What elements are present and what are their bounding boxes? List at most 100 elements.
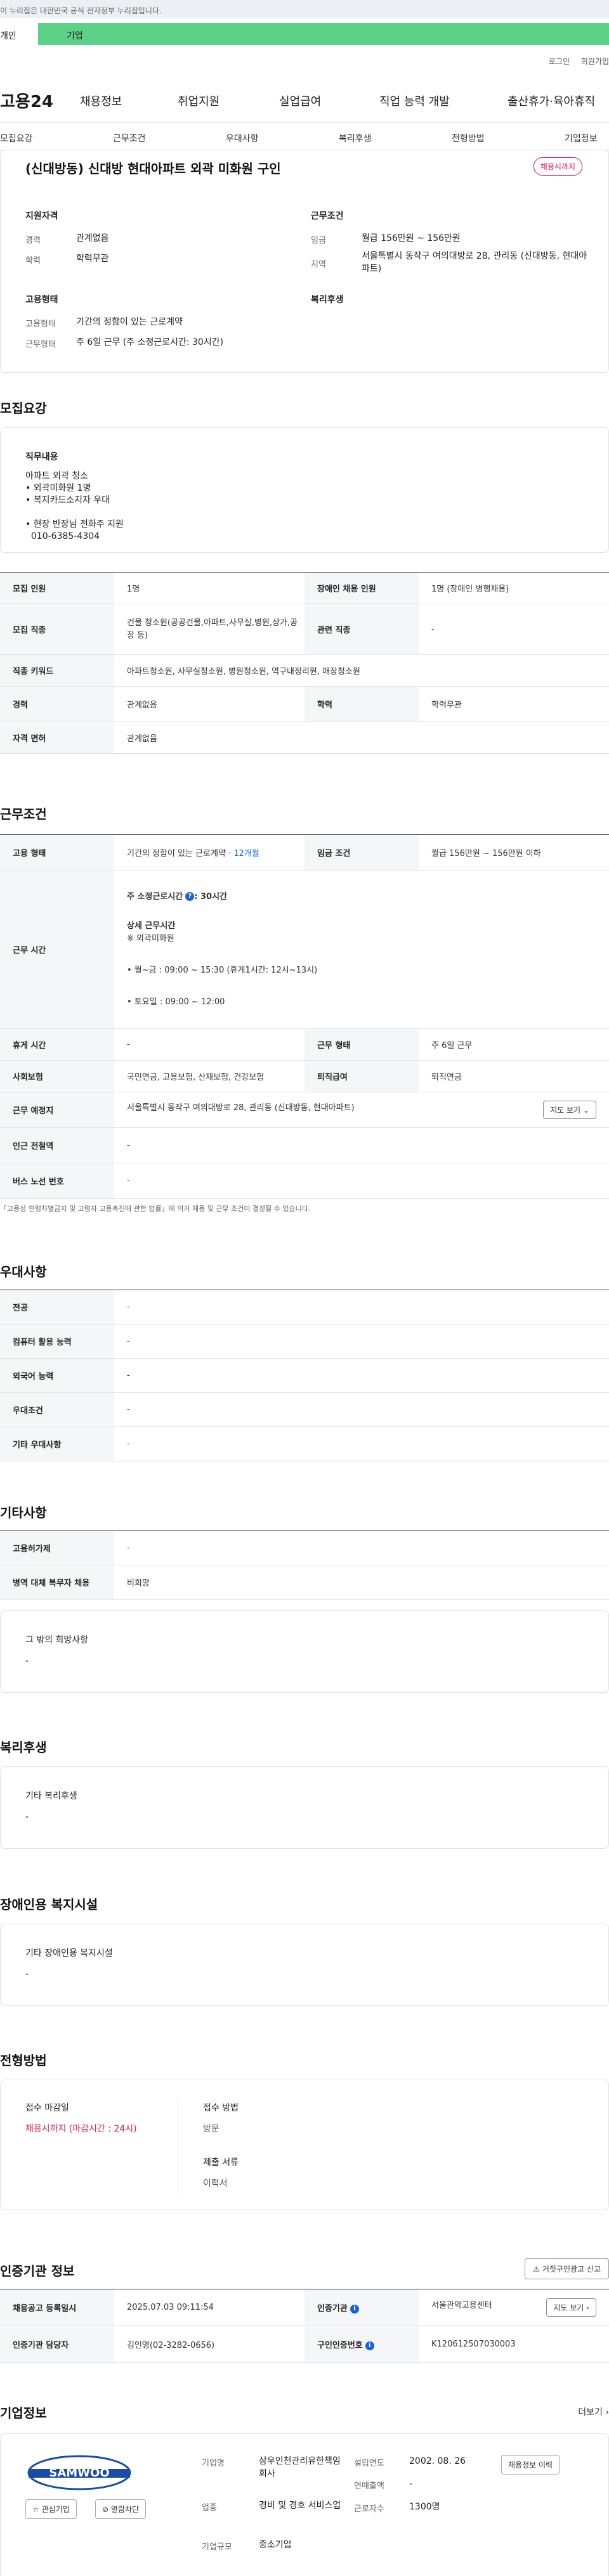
- map-button[interactable]: 지도 보기 ⌄: [543, 1101, 596, 1119]
- row-label: 기타 우대사항: [0, 1427, 114, 1461]
- row-label: 채용공고 등록일시: [0, 2289, 114, 2326]
- row-value: K120612507030003: [419, 2326, 609, 2363]
- welfare-box-heading: 기타 복리후생: [25, 1791, 77, 1801]
- gnb-item-leave[interactable]: 출산휴가·육아휴직: [508, 93, 595, 109]
- emp-heading: 고용형태: [25, 295, 58, 305]
- disabled-section-title: 장애인용 복지시설: [0, 1897, 98, 1912]
- more-label: 더보기: [578, 2407, 603, 2417]
- chevron-right-icon: ›: [605, 2407, 609, 2417]
- row-value: 건물 청소원(공공건물,아파트,사무실,병원,상가,공장 등): [114, 604, 304, 655]
- row-label: 사회보험: [0, 1060, 114, 1092]
- work-section-title: 근무조건: [0, 806, 47, 822]
- row-label: 임금 조건: [304, 834, 419, 871]
- row-label: 직종 키워드: [0, 654, 114, 687]
- login-link[interactable]: 로그인: [549, 57, 570, 66]
- info-icon[interactable]: ?: [185, 892, 195, 901]
- gnb-item-support[interactable]: 취업지원: [178, 93, 219, 109]
- table-row: 우대조건 -: [0, 1392, 609, 1427]
- pref-table: 전공 - 컴퓨터 활용 능력 - 외국어 능력 - 우대조건 - 기타 우대사항 -: [0, 1290, 609, 1461]
- size-value: 중소기업: [259, 2540, 292, 2550]
- wage-label: 임금: [311, 236, 326, 245]
- disabled-card: [0, 1924, 609, 2006]
- welfare-heading: 복리후생: [311, 295, 344, 305]
- favorite-button[interactable]: ☆ 관심기업: [25, 2499, 77, 2519]
- row-value: 관계없음: [114, 686, 304, 722]
- career-label: 경력: [25, 236, 41, 245]
- status-badge: 채용시까지: [533, 157, 582, 176]
- emptype-value: 기간의 정함이 있는 근로계약: [76, 317, 183, 327]
- table-row: 기타 우대사항 -: [0, 1427, 609, 1461]
- info-icon[interactable]: i: [350, 2304, 359, 2314]
- row-label: 고용 형태: [0, 834, 114, 871]
- info-icon[interactable]: i: [365, 2341, 374, 2350]
- table-row: 자격 면허 관계없음: [0, 722, 609, 754]
- row-value: 2025.07.03 09:11:54: [114, 2289, 304, 2326]
- subnav-recruit[interactable]: 모집요강: [0, 132, 33, 145]
- history-button[interactable]: 채용정보 이력: [501, 2455, 560, 2475]
- job-title: (신대방동) 신대방 현대아파트 외곽 미화원 구인: [25, 161, 281, 176]
- sales-label: 연매출액: [354, 2482, 384, 2491]
- table-row: 근무 시간 주 소정근로시간?: 30시간 상세 근무시간 ※ 외곽미화원 • …: [0, 870, 609, 1029]
- more-link[interactable]: 더보기 ›: [578, 2405, 609, 2418]
- other-heading: 그 밖의 희망사항: [25, 1635, 89, 1645]
- table-row: 모집 직종 건물 청소원(공공건물,아파트,사무실,병원,상가,공장 등) 관련 직…: [0, 604, 609, 655]
- subnav-welfare[interactable]: 복리후생: [339, 132, 372, 145]
- gnb-item-training[interactable]: 직업 능력 개발: [379, 93, 450, 109]
- row-value: -: [114, 1324, 609, 1359]
- edu-value: 학력무관: [76, 254, 109, 264]
- row-label: 인증기관 담당자: [0, 2326, 114, 2363]
- row-value: -: [114, 1427, 609, 1461]
- gov-banner: 이 누리집은 대한민국 공식 전자정부 누리집입니다.: [0, 0, 609, 18]
- tab-personal[interactable]: 개인: [0, 23, 38, 45]
- row-label: 고용허가제: [0, 1531, 114, 1565]
- row-label: 장애인 채용 인원: [304, 572, 419, 604]
- row-label: 우대조건: [0, 1392, 114, 1427]
- row-label: 인근 전철역: [0, 1127, 114, 1163]
- gnb-item-jobs[interactable]: 채용정보: [80, 93, 122, 109]
- agency-section-title: 인증기관 정보: [0, 2263, 75, 2279]
- industry-label: 업종: [202, 2503, 217, 2513]
- row-label: 퇴직급여: [304, 1060, 419, 1092]
- table-row: 인근 전철역 -: [0, 1127, 609, 1163]
- docs-value: 이력서: [203, 2178, 228, 2189]
- row-label: 근무 시간: [0, 870, 114, 1029]
- favorite-label: 관심기업: [41, 2505, 70, 2514]
- subnav-screening[interactable]: 전형방법: [452, 132, 485, 145]
- worktype-label: 근무형태: [25, 340, 56, 349]
- row-label: 전공: [0, 1290, 114, 1324]
- report-button[interactable]: ⚠ 거짓구인광고 신고: [525, 2258, 609, 2279]
- block-button[interactable]: ⊘ 열람차단: [95, 2499, 147, 2519]
- table-row: 외국어 능력 -: [0, 1358, 609, 1393]
- recruit-table: 모집 인원 1명 장애인 채용 인원 1명 (장애인 병행채용) 모집 직종 건물 청소…: [0, 572, 609, 754]
- table-row: 휴게 시간 - 근무 형태 주 6일 근무: [0, 1028, 609, 1061]
- worktype-value: 주 6일 근무 (주 소정근로시간: 30시간): [76, 337, 224, 347]
- deadline-value: 채용시까지 (마감시간 : 24시): [25, 2124, 137, 2134]
- row-value: -: [114, 1028, 304, 1061]
- row-label: 외국어 능력: [0, 1358, 114, 1393]
- career-value: 관계없음: [76, 233, 109, 243]
- disabled-box-heading: 기타 장애인용 복지시설: [25, 1948, 113, 1958]
- agency-map-label: 지도 보기: [553, 2303, 584, 2312]
- method-label: 접수 방법: [203, 2103, 239, 2113]
- subnav-pref[interactable]: 우대사항: [226, 132, 259, 145]
- place-text: 서울특별시 동작구 여의대방로 28, 관리동 (신대방동, 현대아파트): [127, 1103, 355, 1113]
- subnav-work[interactable]: 근무조건: [113, 132, 146, 145]
- row-label: 관련 직종: [304, 604, 419, 655]
- gnb-item-benefits[interactable]: 실업급여: [279, 93, 321, 109]
- row-value: 아파트청소원, 사무실청소원, 병원청소원, 역구내정리원, 매장청소원: [114, 654, 609, 687]
- welfare-card: [0, 1766, 609, 1849]
- tab-business[interactable]: 기업: [38, 23, 609, 45]
- docs-label: 제출 서류: [203, 2158, 239, 2168]
- company-logo: SAMWOO: [27, 2455, 131, 2490]
- hours-head: 주 소정근로시간?: 30시간: [127, 891, 609, 903]
- row-value: 관계없음: [114, 722, 609, 754]
- method-value: 방문: [203, 2124, 219, 2134]
- hours-head-label: 주 소정근로시간: [127, 891, 183, 902]
- wage-value: 월급 156만원 ~ 156만원: [362, 233, 461, 243]
- join-link[interactable]: 회원가입: [581, 57, 609, 66]
- emptype-label: 고용형태: [25, 320, 56, 329]
- subnav-company[interactable]: 기업정보: [565, 132, 598, 145]
- agency-map-button[interactable]: 지도 보기 ›: [546, 2298, 596, 2317]
- site-logo[interactable]: 고용24: [0, 89, 53, 112]
- row-label: 휴게 시간: [0, 1028, 114, 1061]
